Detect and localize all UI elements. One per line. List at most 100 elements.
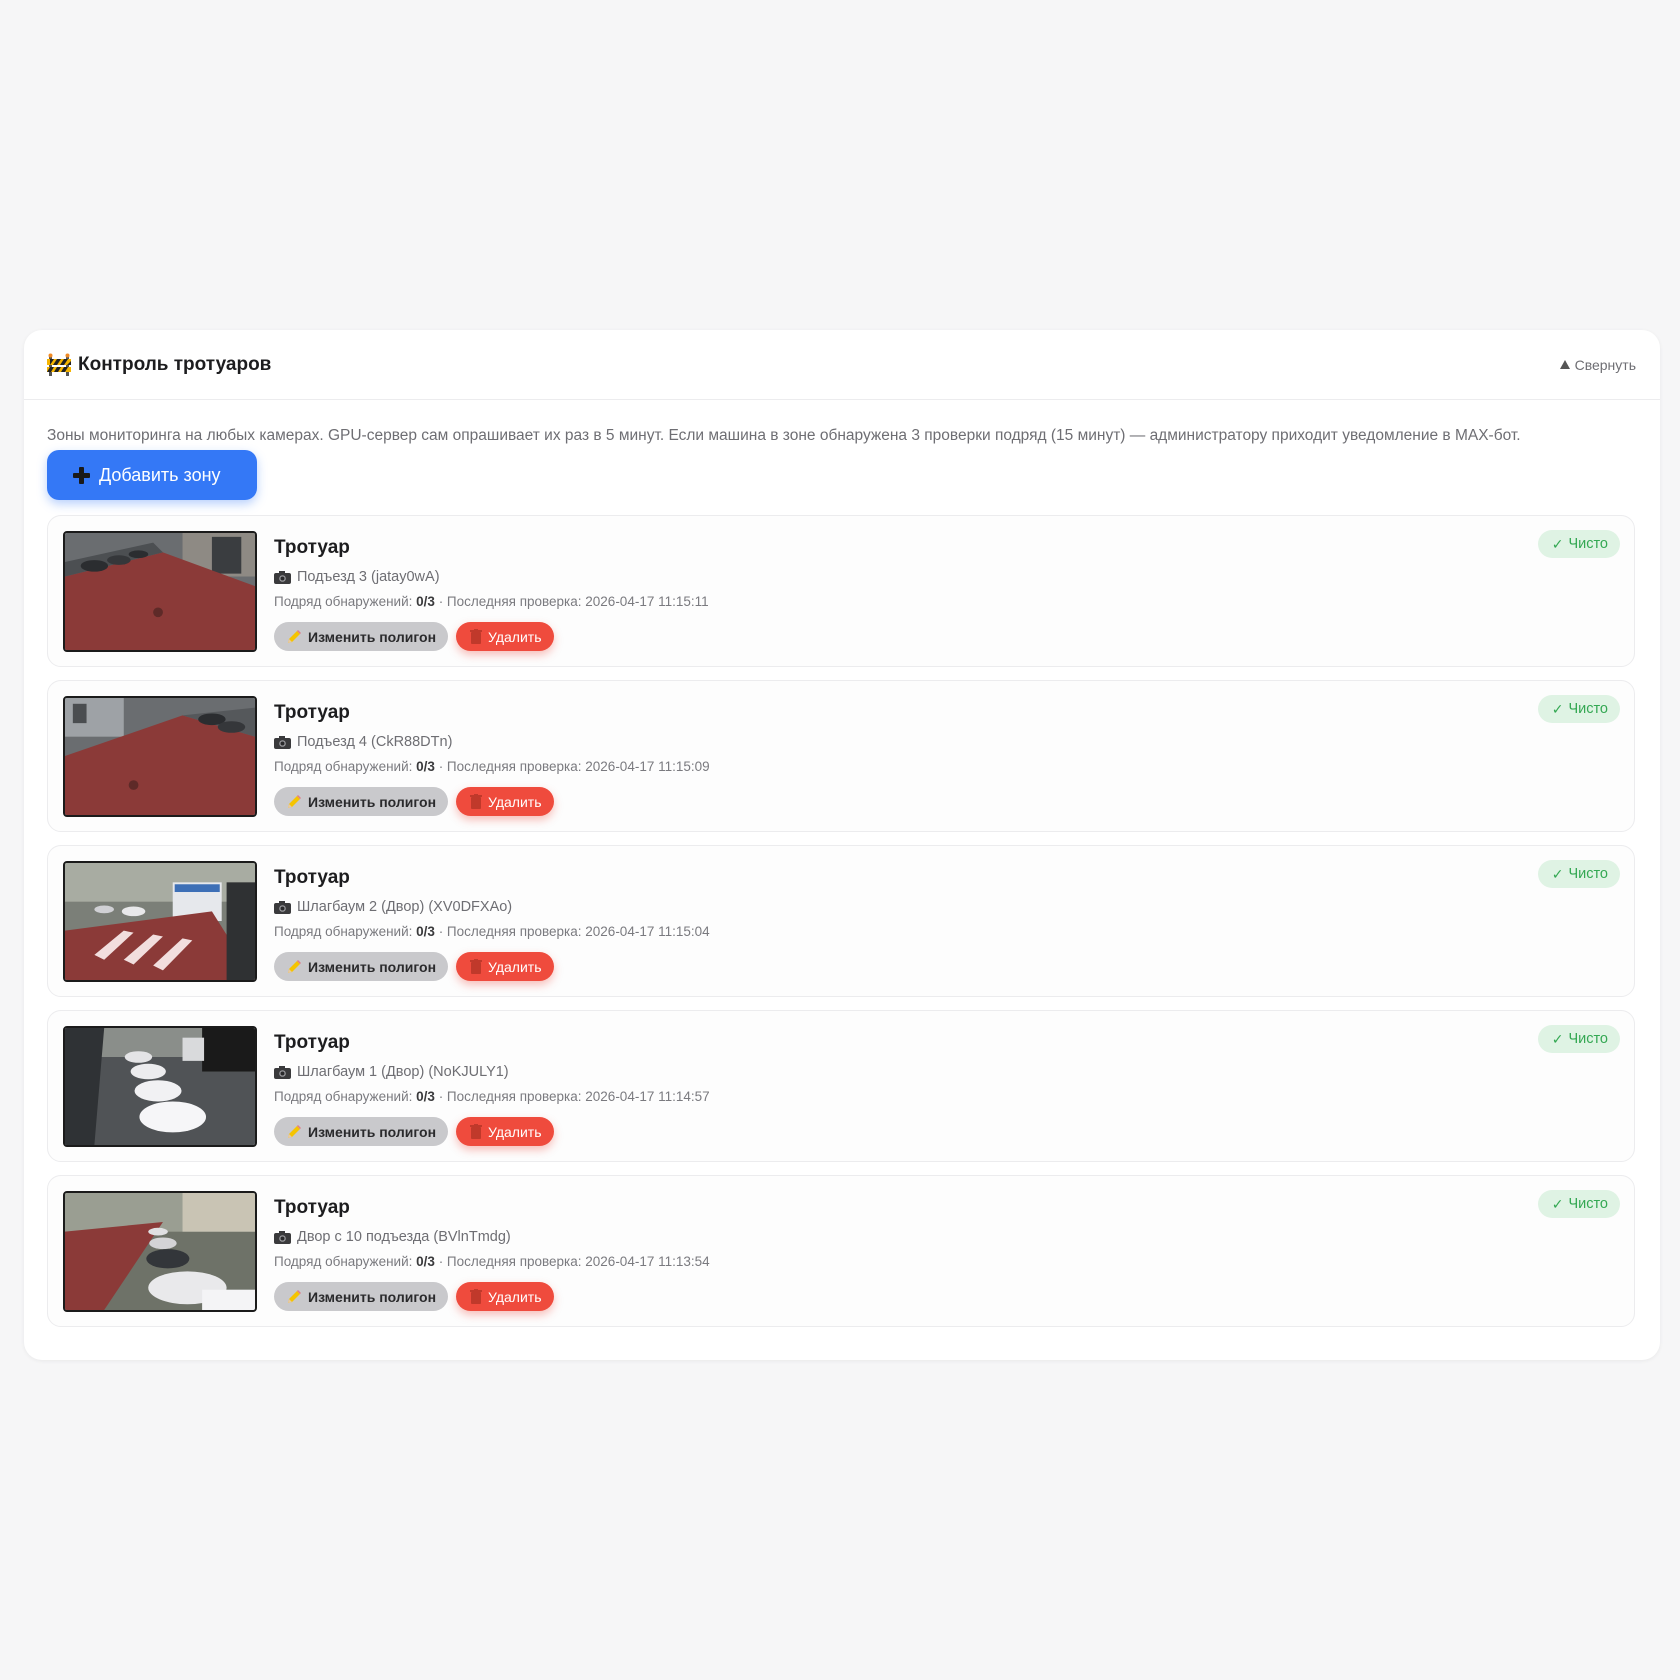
camera-snapshot[interactable] bbox=[63, 861, 257, 982]
pencil-icon bbox=[286, 794, 302, 810]
delete-button[interactable]: Удалить bbox=[456, 622, 554, 651]
zone-card: Тротуар Подъезд 3 (jatay0wA) Подряд обна… bbox=[47, 515, 1635, 667]
status-badge: ✓ Чисто bbox=[1537, 860, 1620, 888]
status-badge: ✓ Чисто bbox=[1537, 695, 1620, 723]
camera-snapshot[interactable] bbox=[63, 696, 257, 817]
last-check-value: 2026-04-17 11:15:04 bbox=[585, 924, 710, 939]
collapse-toggle[interactable]: Свернуть bbox=[1559, 356, 1636, 373]
barrier-icon bbox=[46, 353, 72, 377]
zone-name: Тротуар bbox=[274, 702, 350, 723]
zone-card: Тротуар Шлагбаум 2 (Двор) (XV0DFXAo) Под… bbox=[47, 845, 1635, 997]
streak-label: Подряд обнаружений: bbox=[274, 594, 413, 609]
zone-meta: Подряд обнаружений: 0/3 · Последняя пров… bbox=[274, 924, 710, 941]
streak-value: 0/3 bbox=[416, 594, 435, 609]
camera-snapshot[interactable] bbox=[63, 531, 257, 652]
status-badge: ✓ Чисто bbox=[1537, 530, 1620, 558]
panel-description: Зоны мониторинга на любых камерах. GPU-с… bbox=[47, 427, 1521, 444]
collapse-label: Свернуть bbox=[1574, 356, 1636, 373]
add-zone-button[interactable]: Добавить зону bbox=[47, 450, 257, 500]
zone-name: Тротуар bbox=[274, 1032, 350, 1053]
last-check-label: · Последняя проверка: bbox=[438, 594, 582, 609]
delete-button[interactable]: Удалить bbox=[456, 787, 554, 816]
zone-card: Тротуар Шлагбаум 1 (Двор) (NoKJULY1) Под… bbox=[47, 1010, 1635, 1162]
zone-info: Тротуар Подъезд 4 (CkR88DTn) Подряд обна… bbox=[274, 701, 710, 816]
zone-camera: Шлагбаум 2 (Двор) (XV0DFXAo) bbox=[274, 898, 710, 916]
camera-icon bbox=[274, 1230, 291, 1244]
trash-icon bbox=[470, 794, 483, 809]
zone-camera-label: Шлагбаум 1 (Двор) (NoKJULY1) bbox=[297, 1064, 509, 1080]
last-check-label: · Последняя проверка: bbox=[438, 759, 582, 774]
pencil-icon bbox=[286, 629, 302, 645]
edit-polygon-button[interactable]: Изменить полигон bbox=[274, 1282, 449, 1311]
zone-list: Тротуар Подъезд 3 (jatay0wA) Подряд обна… bbox=[47, 515, 1638, 1327]
zone-name: Тротуар bbox=[274, 1197, 350, 1218]
camera-snapshot[interactable] bbox=[63, 1191, 257, 1312]
last-check-value: 2026-04-17 11:13:54 bbox=[585, 1254, 710, 1269]
last-check-value: 2026-04-17 11:15:09 bbox=[585, 759, 710, 774]
panel-body: Зоны мониторинга на любых камерах. GPU-с… bbox=[24, 400, 1660, 1327]
edit-polygon-label: Изменить полигон bbox=[308, 1123, 437, 1140]
zone-name: Тротуар bbox=[274, 867, 350, 888]
triangle-up-icon bbox=[1559, 360, 1570, 369]
streak-value: 0/3 bbox=[416, 759, 435, 774]
camera-snapshot[interactable] bbox=[63, 1026, 257, 1147]
zone-info: Тротуар Шлагбаум 1 (Двор) (NoKJULY1) Под… bbox=[274, 1031, 710, 1146]
delete-button[interactable]: Удалить bbox=[456, 952, 554, 981]
status-label: Чисто bbox=[1568, 1196, 1608, 1212]
zone-actions: Изменить полигон Удалить bbox=[274, 1117, 710, 1146]
zone-actions: Изменить полигон Удалить bbox=[274, 1282, 710, 1311]
delete-button[interactable]: Удалить bbox=[456, 1282, 554, 1311]
zone-actions: Изменить полигон Удалить bbox=[274, 787, 710, 816]
zone-card: Тротуар Двор с 10 подъезда (BVlnTmdg) По… bbox=[47, 1175, 1635, 1327]
streak-label: Подряд обнаружений: bbox=[274, 1089, 413, 1104]
zone-info: Тротуар Шлагбаум 2 (Двор) (XV0DFXAo) Под… bbox=[274, 866, 710, 981]
streak-label: Подряд обнаружений: bbox=[274, 1254, 413, 1269]
edit-polygon-label: Изменить полигон bbox=[308, 958, 437, 975]
delete-label: Удалить bbox=[488, 958, 542, 975]
pencil-icon bbox=[286, 959, 302, 975]
panel-header: Контроль тротуаров Свернуть bbox=[24, 330, 1660, 400]
camera-icon bbox=[274, 570, 291, 584]
zone-camera-label: Подъезд 3 (jatay0wA) bbox=[297, 569, 440, 585]
last-check-label: · Последняя проверка: bbox=[438, 924, 582, 939]
zone-meta: Подряд обнаружений: 0/3 · Последняя пров… bbox=[274, 1254, 710, 1271]
zone-camera-label: Двор с 10 подъезда (BVlnTmdg) bbox=[297, 1229, 511, 1245]
camera-icon bbox=[274, 900, 291, 914]
zone-camera: Шлагбаум 1 (Двор) (NoKJULY1) bbox=[274, 1063, 710, 1081]
status-badge: ✓ Чисто bbox=[1537, 1025, 1620, 1053]
status-label: Чисто bbox=[1568, 1031, 1608, 1047]
zone-meta: Подряд обнаружений: 0/3 · Последняя пров… bbox=[274, 594, 709, 611]
edit-polygon-button[interactable]: Изменить полигон bbox=[274, 1117, 449, 1146]
last-check-label: · Последняя проверка: bbox=[438, 1254, 582, 1269]
camera-icon bbox=[274, 735, 291, 749]
pencil-icon bbox=[286, 1289, 302, 1305]
zone-meta: Подряд обнаружений: 0/3 · Последняя пров… bbox=[274, 759, 710, 776]
camera-icon bbox=[274, 1065, 291, 1079]
status-label: Чисто bbox=[1568, 536, 1608, 552]
trash-icon bbox=[470, 1289, 483, 1304]
edit-polygon-button[interactable]: Изменить полигон bbox=[274, 952, 449, 981]
status-label: Чисто bbox=[1568, 701, 1608, 717]
delete-button[interactable]: Удалить bbox=[456, 1117, 554, 1146]
zone-info: Тротуар Двор с 10 подъезда (BVlnTmdg) По… bbox=[274, 1196, 710, 1311]
trash-icon bbox=[470, 959, 483, 974]
zone-actions: Изменить полигон Удалить bbox=[274, 952, 710, 981]
edit-polygon-label: Изменить полигон bbox=[308, 793, 437, 810]
delete-label: Удалить bbox=[488, 1288, 542, 1305]
plus-icon bbox=[73, 466, 90, 484]
streak-value: 0/3 bbox=[416, 1254, 435, 1269]
last-check-value: 2026-04-17 11:14:57 bbox=[585, 1089, 710, 1104]
edit-polygon-button[interactable]: Изменить полигон bbox=[274, 787, 449, 816]
trash-icon bbox=[470, 1124, 483, 1139]
zone-actions: Изменить полигон Удалить bbox=[274, 622, 709, 651]
check-icon: ✓ bbox=[1551, 1195, 1564, 1212]
check-icon: ✓ bbox=[1551, 700, 1564, 717]
sidewalk-control-panel: Контроль тротуаров Свернуть Зоны монитор… bbox=[24, 330, 1660, 1360]
edit-polygon-button[interactable]: Изменить полигон bbox=[274, 622, 449, 651]
zone-name: Тротуар bbox=[274, 537, 350, 558]
status-badge: ✓ Чисто bbox=[1537, 1190, 1620, 1218]
zone-card: Тротуар Подъезд 4 (CkR88DTn) Подряд обна… bbox=[47, 680, 1635, 832]
zone-camera: Двор с 10 подъезда (BVlnTmdg) bbox=[274, 1228, 710, 1246]
zone-camera: Подъезд 3 (jatay0wA) bbox=[274, 568, 709, 586]
pencil-icon bbox=[286, 1124, 302, 1140]
